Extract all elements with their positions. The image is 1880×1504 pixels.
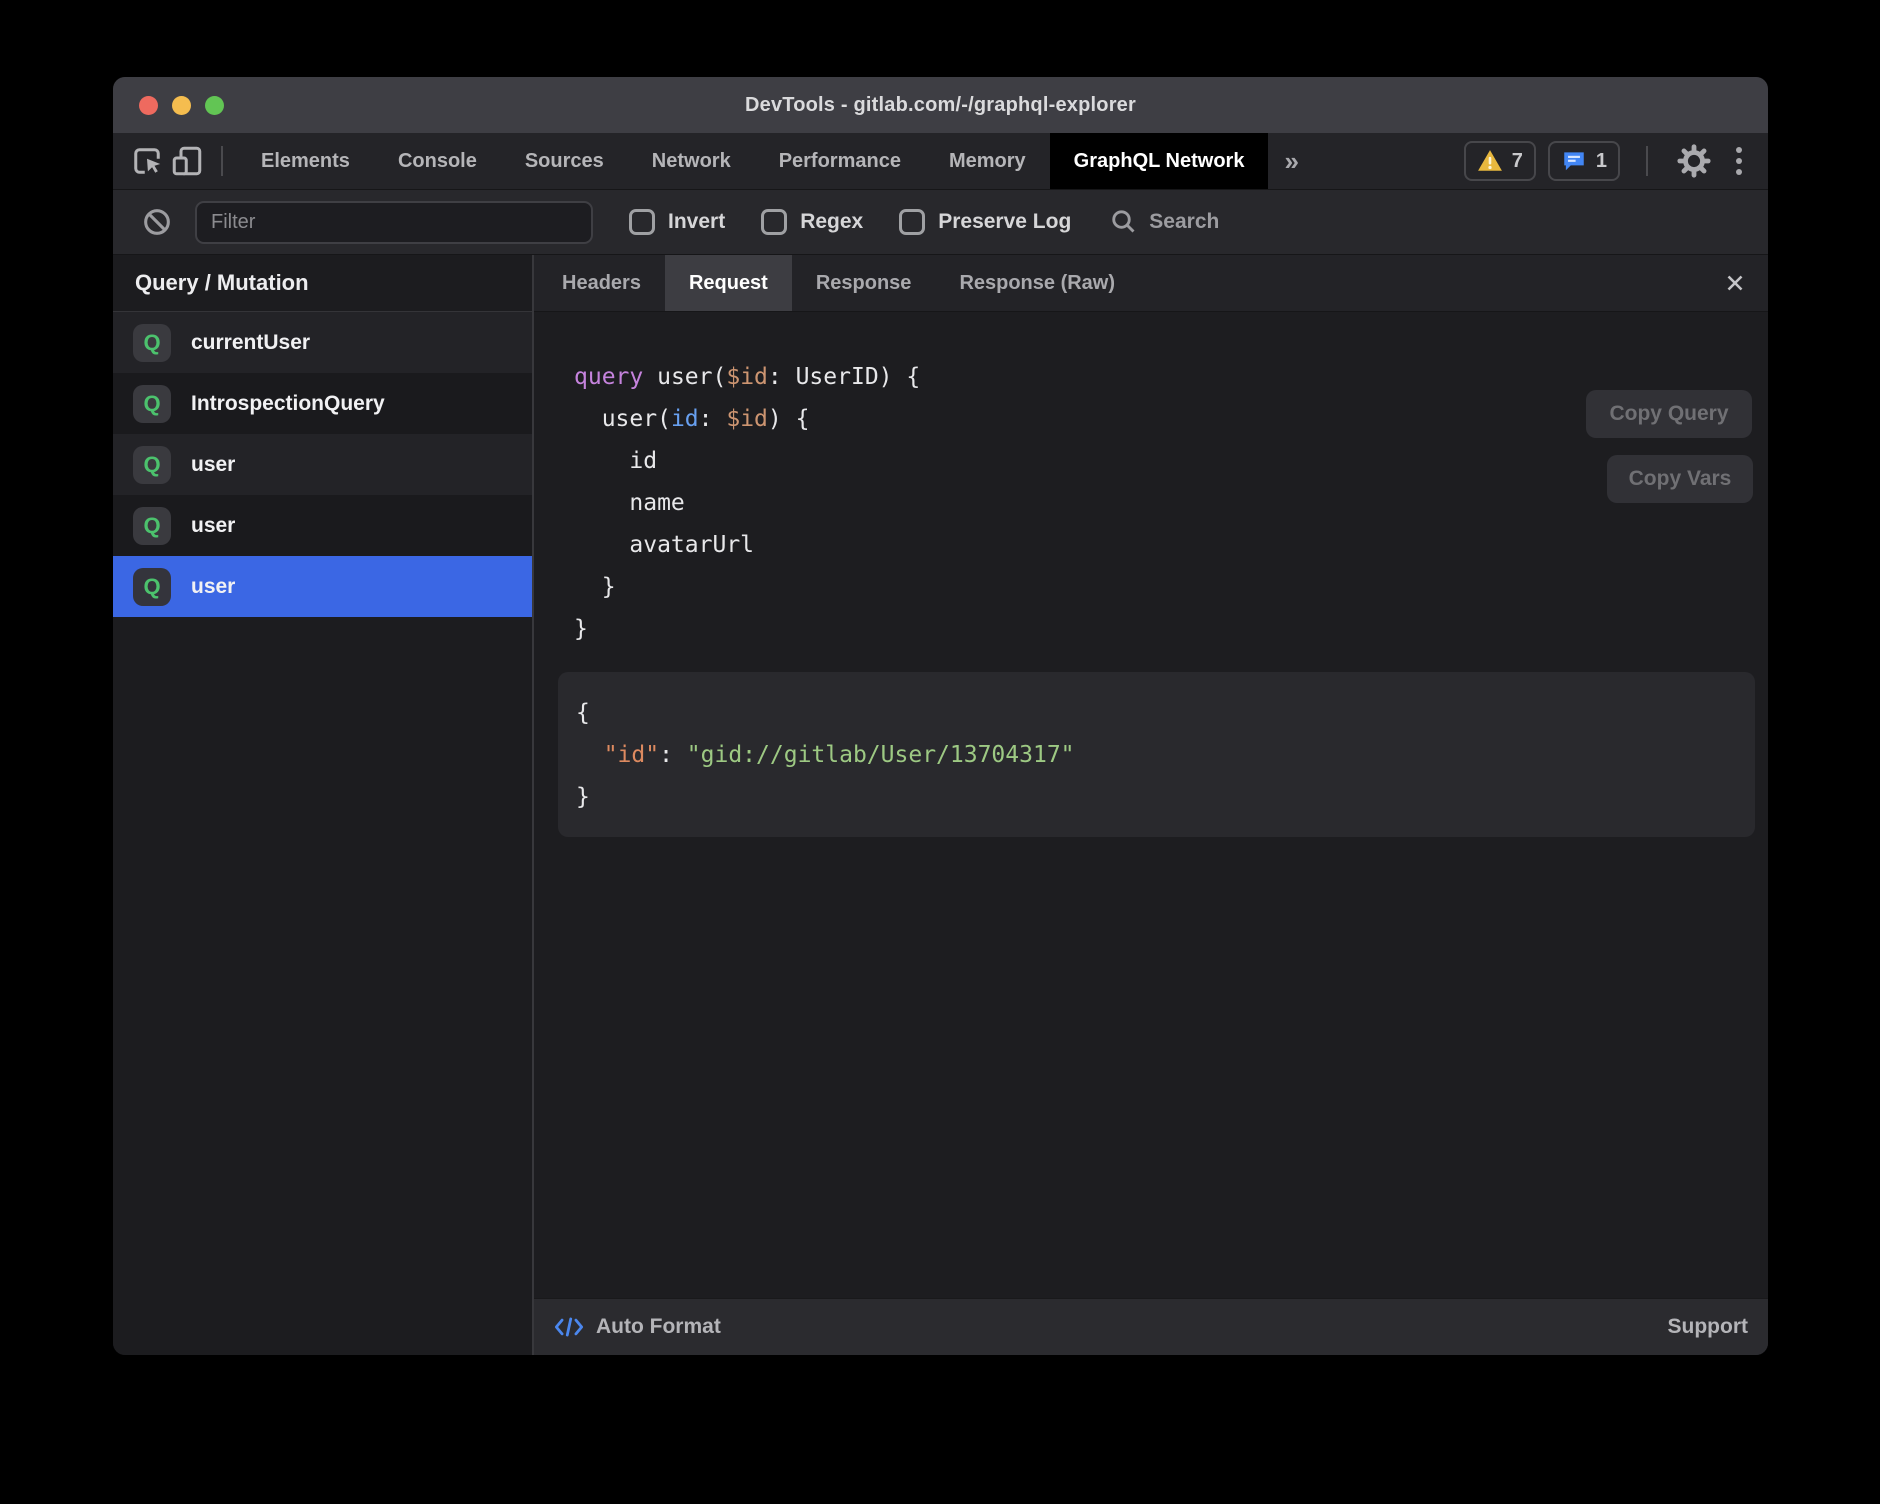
warning-count: 7 <box>1512 150 1523 173</box>
filter-bar: Invert Regex Preserve Log Search <box>113 190 1768 255</box>
checkbox-invert[interactable]: Invert <box>629 209 725 235</box>
devtools-tab-bar: ElementsConsoleSourcesNetworkPerformance… <box>237 133 1268 189</box>
query-type-badge: Q <box>133 324 171 362</box>
query-type-badge: Q <box>133 446 171 484</box>
more-tabs-button[interactable]: » <box>1268 146 1314 177</box>
toolbar-divider <box>1646 146 1648 176</box>
query-item-label: user <box>191 514 235 538</box>
request-variables-code: { "id": "gid://gitlab/User/13704317"} <box>558 672 1755 837</box>
filter-checkboxes: Invert Regex Preserve Log <box>593 209 1071 235</box>
detail-tab-bar: HeadersRequestResponseResponse (Raw) <box>534 255 1768 312</box>
checkbox-label: Preserve Log <box>938 210 1071 234</box>
query-type-badge: Q <box>133 568 171 606</box>
detail-tab-response[interactable]: Response <box>792 255 936 311</box>
devtools-tab-memory[interactable]: Memory <box>925 133 1050 189</box>
auto-format-label: Auto Format <box>596 1315 721 1339</box>
settings-gear-icon[interactable] <box>1674 141 1714 181</box>
issues-badge[interactable]: 1 <box>1548 141 1620 181</box>
devtools-tab-performance[interactable]: Performance <box>755 133 925 189</box>
checkbox-label: Invert <box>668 210 725 234</box>
query-sidebar: Query / Mutation QcurrentUserQIntrospect… <box>113 255 534 1355</box>
checkbox-preserve-log[interactable]: Preserve Log <box>899 209 1071 235</box>
query-list-item-user-4[interactable]: Quser <box>113 556 532 617</box>
toolbar-right-cluster: 7 1 <box>1464 141 1768 181</box>
issue-count: 1 <box>1596 150 1607 173</box>
query-item-label: currentUser <box>191 331 310 355</box>
copy-vars-button[interactable]: Copy Vars <box>1607 455 1753 503</box>
devtools-tab-console[interactable]: Console <box>374 133 501 189</box>
devtools-tab-sources[interactable]: Sources <box>501 133 628 189</box>
checkbox-box[interactable] <box>899 209 925 235</box>
sidebar-header-label: Query / Mutation <box>135 270 309 296</box>
zoom-window-button[interactable] <box>205 96 224 115</box>
minimize-window-button[interactable] <box>172 96 191 115</box>
sidebar-header: Query / Mutation <box>113 255 532 312</box>
search-label: Search <box>1149 210 1219 234</box>
query-list-item-user-2[interactable]: Quser <box>113 434 532 495</box>
devtools-toolbar: ElementsConsoleSourcesNetworkPerformance… <box>113 133 1768 190</box>
detail-tab-headers[interactable]: Headers <box>538 255 665 311</box>
traffic-lights <box>139 77 224 133</box>
copy-query-button[interactable]: Copy Query <box>1586 390 1752 438</box>
query-type-badge: Q <box>133 385 171 423</box>
warnings-badge[interactable]: 7 <box>1464 141 1536 181</box>
query-item-label: user <box>191 453 235 477</box>
checkbox-box[interactable] <box>629 209 655 235</box>
device-toolbar-icon[interactable] <box>167 141 207 181</box>
auto-format-button[interactable]: Auto Format <box>554 1315 721 1339</box>
window-title: DevTools - gitlab.com/-/graphql-explorer <box>745 94 1136 117</box>
devtools-window: DevTools - gitlab.com/-/graphql-explorer… <box>113 77 1768 1355</box>
inspect-element-icon[interactable] <box>127 141 167 181</box>
toolbar-divider <box>221 146 223 176</box>
query-list-item-user-3[interactable]: Quser <box>113 495 532 556</box>
query-list-item-currentuser-0[interactable]: QcurrentUser <box>113 312 532 373</box>
filter-input[interactable] <box>195 201 593 244</box>
search-toggle[interactable]: Search <box>1109 207 1219 237</box>
content-area: Query / Mutation QcurrentUserQIntrospect… <box>113 255 1768 1355</box>
detail-tab-response-raw[interactable]: Response (Raw) <box>935 255 1139 311</box>
support-link[interactable]: Support <box>1668 1315 1748 1339</box>
code-brackets-icon <box>554 1315 584 1339</box>
request-view: query user($id: UserID) { user(id: $id) … <box>534 312 1768 1298</box>
query-list-item-introspectionquery-1[interactable]: Q IntrospectionQuery <box>113 373 532 434</box>
request-detail-panel: HeadersRequestResponseResponse (Raw) que… <box>534 255 1768 1355</box>
close-window-button[interactable] <box>139 96 158 115</box>
clear-icon[interactable] <box>137 202 177 242</box>
devtools-tab-network[interactable]: Network <box>628 133 755 189</box>
title-bar: DevTools - gitlab.com/-/graphql-explorer <box>113 77 1768 133</box>
devtools-tab-elements[interactable]: Elements <box>237 133 374 189</box>
more-options-icon[interactable] <box>1726 147 1752 175</box>
chat-bubble-icon <box>1561 148 1587 174</box>
query-type-badge: Q <box>133 507 171 545</box>
checkbox-box[interactable] <box>761 209 787 235</box>
request-code: query user($id: UserID) { user(id: $id) … <box>534 312 1768 650</box>
close-icon <box>1722 270 1748 296</box>
devtools-tab-graphql-network[interactable]: GraphQL Network <box>1050 133 1269 189</box>
query-item-label: IntrospectionQuery <box>191 392 385 416</box>
checkbox-label: Regex <box>800 210 863 234</box>
query-item-label: user <box>191 575 235 599</box>
search-icon <box>1109 207 1139 237</box>
checkbox-regex[interactable]: Regex <box>761 209 863 235</box>
panel-footer: Auto Format Support <box>534 1298 1768 1355</box>
detail-tab-request[interactable]: Request <box>665 255 792 311</box>
query-list: QcurrentUserQIntrospectionQueryQuserQuse… <box>113 312 532 617</box>
warning-icon <box>1477 148 1503 174</box>
close-detail-button[interactable] <box>1716 255 1754 311</box>
